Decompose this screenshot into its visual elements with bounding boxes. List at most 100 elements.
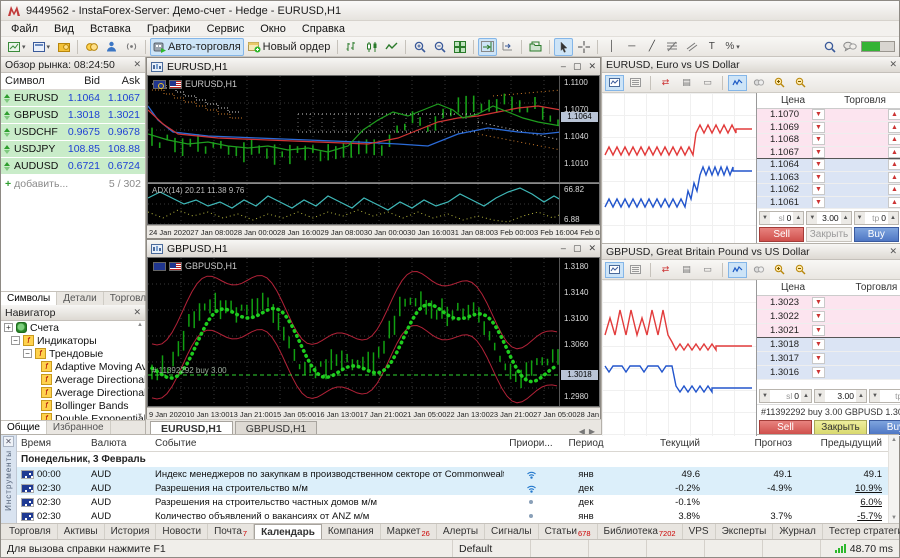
dom-zoom-out-button[interactable] <box>791 75 810 91</box>
col-time[interactable]: Время <box>17 438 91 449</box>
close-icon[interactable]: ✕ <box>588 61 596 72</box>
calendar-scrollbar[interactable]: ▲ ▼ <box>888 435 899 523</box>
minimize-icon[interactable]: – <box>561 61 566 72</box>
tp-stepper[interactable]: ▼tp0▲ <box>869 389 900 403</box>
search-icon[interactable] <box>820 38 839 56</box>
sl-stepper[interactable]: ▼sl0▲ <box>759 211 804 225</box>
close-icon[interactable]: ✕ <box>889 59 897 70</box>
dom-volume-button[interactable] <box>749 262 768 278</box>
sell-stop-icon[interactable]: ▼ <box>812 339 825 350</box>
signals-button[interactable] <box>122 38 141 56</box>
maximize-icon[interactable]: ▢ <box>573 243 582 254</box>
horizontal-line-button[interactable]: ─ <box>622 38 641 56</box>
text-label-button[interactable]: T <box>702 38 721 56</box>
crosshair-button[interactable] <box>574 38 593 56</box>
menu-window[interactable]: Окно <box>252 22 294 36</box>
lot-stepper[interactable]: ▼3.00▲ <box>814 389 867 403</box>
collapse-icon[interactable]: − <box>11 336 20 345</box>
tree-item-indicator[interactable]: fBollinger Bands <box>1 399 145 412</box>
sell-limit-icon[interactable]: ▼ <box>812 109 825 120</box>
dom-refresh-button[interactable]: ⇄ <box>656 262 675 278</box>
buy-stop-icon[interactable]: ▲ <box>888 147 900 158</box>
close-icon[interactable]: ✕ <box>588 243 596 254</box>
tab-articles[interactable]: Статьи678 <box>539 524 598 539</box>
tab-symbols[interactable]: Символы <box>1 292 57 305</box>
calendar-row[interactable]: 02:30 AUD Разрешения на строительство м/… <box>17 481 888 495</box>
bid-row[interactable]: 1.1063▼▲ <box>757 172 900 185</box>
menu-help[interactable]: Справка <box>294 22 353 36</box>
dom-book-mode-button[interactable] <box>626 262 645 278</box>
menu-tools[interactable]: Сервис <box>199 22 253 36</box>
eurusd-tick-chart[interactable] <box>602 93 757 243</box>
arrow-objects-button[interactable]: %▾ <box>722 38 742 56</box>
minimize-icon[interactable]: – <box>561 243 566 254</box>
tab-details[interactable]: Детали <box>57 292 103 305</box>
tree-item-indicator[interactable]: fAverage Directional <box>1 386 145 399</box>
gbpusd-chart[interactable]: GBPUSD,H1 # 11392292 buy 3.00 1.3180 1.3… <box>147 257 600 407</box>
dom-chart-mode-button[interactable] <box>605 75 624 91</box>
buy-stop-icon[interactable]: ▲ <box>888 134 900 145</box>
dom-volume-button[interactable] <box>749 75 768 91</box>
strategy-tester-tab[interactable]: Тестер стратегий <box>823 524 900 539</box>
sell-stop-icon[interactable]: ▼ <box>812 197 825 208</box>
line-chart-button[interactable] <box>382 38 401 56</box>
eurusd-adx-pane[interactable]: ADX(14) 20.21 11.38 9.76 66.82 6.88 <box>147 183 600 225</box>
buy-stop-icon[interactable]: ▲ <box>888 109 900 120</box>
zoom-in-button[interactable] <box>410 38 429 56</box>
tab-codebase[interactable]: Библиотека7202 <box>598 524 683 539</box>
ask-row[interactable]: 1.1068▼▲ <box>757 134 900 147</box>
tree-item-trend[interactable]: −fТрендовые <box>1 347 145 360</box>
close-icon[interactable]: ✕ <box>889 246 897 257</box>
tree-item-indicator[interactable]: fDouble Exponential <box>1 412 145 420</box>
sell-stop-icon[interactable]: ▼ <box>812 353 825 364</box>
col-symbol[interactable]: Символ <box>1 75 64 87</box>
tab-experts[interactable]: Эксперты <box>716 524 774 539</box>
bar-chart-button[interactable] <box>342 38 361 56</box>
buy-limit-icon[interactable]: ▲ <box>888 184 900 195</box>
scroll-up-icon[interactable]: ▲ <box>891 437 897 443</box>
new-chart-button[interactable]: ▾ <box>5 38 29 56</box>
calendar-row[interactable]: 02:30 AUD Разрешения на строительство ча… <box>17 495 888 509</box>
col-period[interactable]: Период <box>558 438 614 449</box>
gbpusd-price-scale[interactable]: 1.3180 1.3140 1.3100 1.3060 1.2980 1.301… <box>559 258 599 406</box>
gbpusd-tick-chart[interactable] <box>602 280 757 436</box>
tab-history[interactable]: История <box>105 524 157 539</box>
eurusd-chart[interactable]: EURUSD,H1 1.1100 1.1070 1.1040 1.1010 1.… <box>147 75 600 183</box>
templates-button[interactable] <box>526 38 545 56</box>
buy-stop-icon[interactable]: ▲ <box>888 122 900 133</box>
close-button[interactable]: Закрыть <box>814 420 867 435</box>
tab-common[interactable]: Общие <box>1 421 47 434</box>
table-row[interactable]: AUDUSD0.67210.6724 <box>1 158 145 175</box>
dom-ticks-button[interactable] <box>728 75 747 91</box>
maximize-icon[interactable]: ▢ <box>573 61 582 72</box>
tab-journal[interactable]: Журнал <box>773 524 823 539</box>
sell-limit-icon[interactable]: ▼ <box>812 122 825 133</box>
dom-zoom-in-button[interactable] <box>770 262 789 278</box>
tree-item-indicator[interactable]: fAdaptive Moving Av <box>1 360 145 373</box>
dom-close-orders-button[interactable]: ▭ <box>698 262 717 278</box>
profiles-button[interactable]: ▾ <box>30 38 54 56</box>
autoscroll-button[interactable] <box>478 38 497 56</box>
account-history-button[interactable] <box>54 38 73 56</box>
trendline-button[interactable]: ╱ <box>642 38 661 56</box>
chart-shift-button[interactable] <box>498 38 517 56</box>
col-event[interactable]: Событие <box>155 438 504 449</box>
col-forecast[interactable]: Прогноз <box>710 438 802 449</box>
col-bid[interactable]: Bid <box>64 75 104 87</box>
position-row[interactable]: #11392292 buy 3.00 GBPUSD 1.3018▼ <box>757 404 900 419</box>
eurusd-window-titlebar[interactable]: EURUSD,H1 –▢✕ <box>147 58 600 75</box>
sell-stop-icon[interactable]: ▼ <box>812 172 825 183</box>
buy-limit-icon[interactable]: ▲ <box>888 159 900 170</box>
close-icon[interactable]: ✕ <box>133 307 141 318</box>
menu-charts[interactable]: Графики <box>139 22 199 36</box>
gbpusd-window-titlebar[interactable]: GBPUSD,H1 –▢✕ <box>147 240 600 257</box>
tab-market[interactable]: Маркет26 <box>381 524 437 539</box>
sell-stop-icon[interactable]: ▼ <box>812 184 825 195</box>
menu-insert[interactable]: Вставка <box>82 22 139 36</box>
sell-limit-icon[interactable]: ▼ <box>812 297 825 308</box>
tab-trade[interactable]: Торговля <box>3 524 58 539</box>
menu-file[interactable]: Файл <box>3 22 46 36</box>
calendar-row[interactable]: 02:30 AUD Количество объявлений о ваканс… <box>17 509 888 523</box>
sell-limit-icon[interactable]: ▼ <box>812 311 825 322</box>
autotrade-button[interactable]: Авто-торговля <box>150 38 244 56</box>
